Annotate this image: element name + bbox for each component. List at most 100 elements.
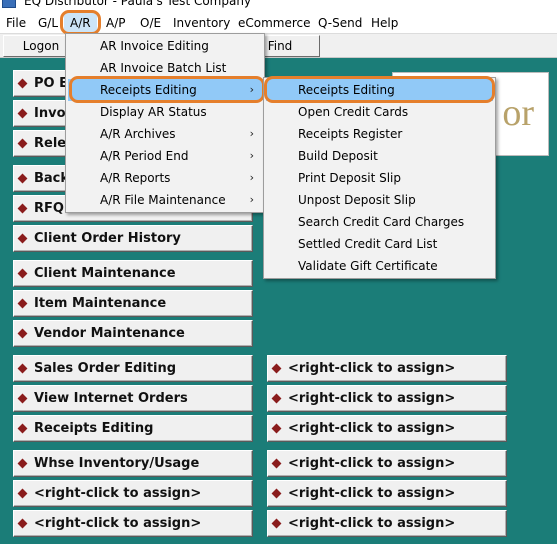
assign-button-left-2[interactable]: <right-click to assign> <box>13 510 253 537</box>
receipts-editing-button[interactable]: Receipts Editing <box>13 415 253 442</box>
submenu-item-open-credit-cards[interactable]: Open Credit Cards <box>266 101 493 123</box>
menu-item-label: A/R Archives <box>100 127 176 141</box>
bullet-icon <box>17 138 28 149</box>
submenu-item-unpost-deposit-slip[interactable]: Unpost Deposit Slip <box>266 189 493 211</box>
button-label: Rele <box>34 136 67 151</box>
client-order-history-button[interactable]: Client Order History <box>13 225 253 252</box>
bullet-icon <box>17 233 28 244</box>
bullet-icon <box>17 203 28 214</box>
bullet-icon <box>17 78 28 89</box>
ar-dropdown-menu: AR Invoice Editing AR Invoice Batch List… <box>65 33 265 213</box>
bullet-icon <box>271 393 282 404</box>
button-label: Sales Order Editing <box>34 361 177 376</box>
menu-help[interactable]: Help <box>365 12 404 34</box>
submenu-item-search-credit-card-charges[interactable]: Search Credit Card Charges <box>266 211 493 233</box>
menu-qsend[interactable]: Q-Send <box>312 12 368 34</box>
menu-item-label: Validate Gift Certificate <box>298 259 438 273</box>
menu-inventory[interactable]: Inventory <box>167 12 236 34</box>
button-label: View Internet Orders <box>34 391 188 406</box>
button-label: Whse Inventory/Usage <box>34 456 200 471</box>
button-label: <right-click to assign> <box>288 516 456 531</box>
sales-order-editing-button[interactable]: Sales Order Editing <box>13 355 253 382</box>
menu-oe[interactable]: O/E <box>134 12 167 34</box>
button-label: PO E <box>34 76 68 91</box>
menu-file[interactable]: File <box>0 12 32 34</box>
bullet-icon <box>271 363 282 374</box>
submenu-highlight-ring <box>264 76 495 103</box>
bullet-icon <box>271 518 282 529</box>
vendor-maintenance-button[interactable]: Vendor Maintenance <box>13 320 253 347</box>
button-label: Back <box>34 171 70 186</box>
bullet-icon <box>271 423 282 434</box>
bullet-icon <box>17 518 28 529</box>
button-label: <right-click to assign> <box>34 486 202 501</box>
submenu-arrow-icon: › <box>249 171 254 184</box>
item-maintenance-button[interactable]: Item Maintenance <box>13 290 253 317</box>
menu-item-ar-invoice-editing[interactable]: AR Invoice Editing <box>68 35 262 57</box>
assign-button-right-5[interactable]: <right-click to assign> <box>267 480 507 507</box>
menu-item-label: AR Invoice Batch List <box>100 61 227 75</box>
receipts-submenu: Receipts Editing Open Credit Cards Recei… <box>263 77 496 279</box>
menu-item-ar-archives[interactable]: A/R Archives › <box>68 123 262 145</box>
receipts-editing-highlight-ring <box>69 76 265 103</box>
menu-item-label: A/R File Maintenance <box>100 193 226 207</box>
bullet-icon <box>17 108 28 119</box>
submenu-item-print-deposit-slip[interactable]: Print Deposit Slip <box>266 167 493 189</box>
menu-ecommerce[interactable]: eCommerce <box>232 12 317 34</box>
bullet-icon <box>271 458 282 469</box>
button-label: <right-click to assign> <box>34 516 202 531</box>
bullet-icon <box>17 423 28 434</box>
menu-item-ar-period-end[interactable]: A/R Period End › <box>68 145 262 167</box>
menu-item-label: Open Credit Cards <box>298 105 409 119</box>
submenu-item-build-deposit[interactable]: Build Deposit <box>266 145 493 167</box>
button-label: <right-click to assign> <box>288 486 456 501</box>
app-icon <box>2 0 16 8</box>
submenu-item-validate-gift-certificate[interactable]: Validate Gift Certificate <box>266 255 493 277</box>
button-label: <right-click to assign> <box>288 391 456 406</box>
button-label: <right-click to assign> <box>288 421 456 436</box>
menu-ap[interactable]: A/P <box>100 12 132 34</box>
submenu-arrow-icon: › <box>249 149 254 162</box>
assign-button-left-1[interactable]: <right-click to assign> <box>13 480 253 507</box>
assign-button-right-4[interactable]: <right-click to assign> <box>267 450 507 477</box>
menu-item-label: AR Invoice Editing <box>100 39 209 53</box>
button-label: Item Maintenance <box>34 296 167 311</box>
button-label: Vendor Maintenance <box>34 326 185 341</box>
bullet-icon <box>17 393 28 404</box>
bullet-icon <box>17 363 28 374</box>
client-maintenance-button[interactable]: Client Maintenance <box>13 260 253 287</box>
menu-item-label: Unpost Deposit Slip <box>298 193 416 207</box>
bullet-icon <box>271 488 282 499</box>
bullet-icon <box>17 458 28 469</box>
menu-item-label: Print Deposit Slip <box>298 171 402 185</box>
menu-item-label: Settled Credit Card List <box>298 237 438 251</box>
button-label: <right-click to assign> <box>288 361 456 376</box>
button-label: <right-click to assign> <box>288 456 456 471</box>
button-label: Client Order History <box>34 231 181 246</box>
assign-button-right-6[interactable]: <right-click to assign> <box>267 510 507 537</box>
submenu-item-settled-credit-card-list[interactable]: Settled Credit Card List <box>266 233 493 255</box>
bullet-icon <box>17 328 28 339</box>
whse-inventory-usage-button[interactable]: Whse Inventory/Usage <box>13 450 253 477</box>
bullet-icon <box>17 488 28 499</box>
submenu-arrow-icon: › <box>249 193 254 206</box>
bullet-icon <box>17 173 28 184</box>
bullet-icon <box>17 298 28 309</box>
window-title: EQ Distributor - Paula's Test Company <box>24 0 252 8</box>
button-label: Receipts Editing <box>34 421 154 436</box>
assign-button-right-2[interactable]: <right-click to assign> <box>267 385 507 412</box>
menu-item-label: Receipts Register <box>298 127 403 141</box>
menu-item-ar-file-maintenance[interactable]: A/R File Maintenance › <box>68 189 262 211</box>
assign-button-right-3[interactable]: <right-click to assign> <box>267 415 507 442</box>
submenu-arrow-icon: › <box>249 127 254 140</box>
menu-item-label: Display AR Status <box>100 105 207 119</box>
submenu-item-receipts-register[interactable]: Receipts Register <box>266 123 493 145</box>
button-label: Client Maintenance <box>34 266 176 281</box>
assign-button-right-1[interactable]: <right-click to assign> <box>267 355 507 382</box>
menu-item-label: Search Credit Card Charges <box>298 215 465 229</box>
menu-item-ar-reports[interactable]: A/R Reports › <box>68 167 262 189</box>
menu-item-label: A/R Reports <box>100 171 171 185</box>
menu-item-display-ar-status[interactable]: Display AR Status <box>68 101 262 123</box>
menu-item-label: A/R Period End <box>100 149 189 163</box>
view-internet-orders-button[interactable]: View Internet Orders <box>13 385 253 412</box>
